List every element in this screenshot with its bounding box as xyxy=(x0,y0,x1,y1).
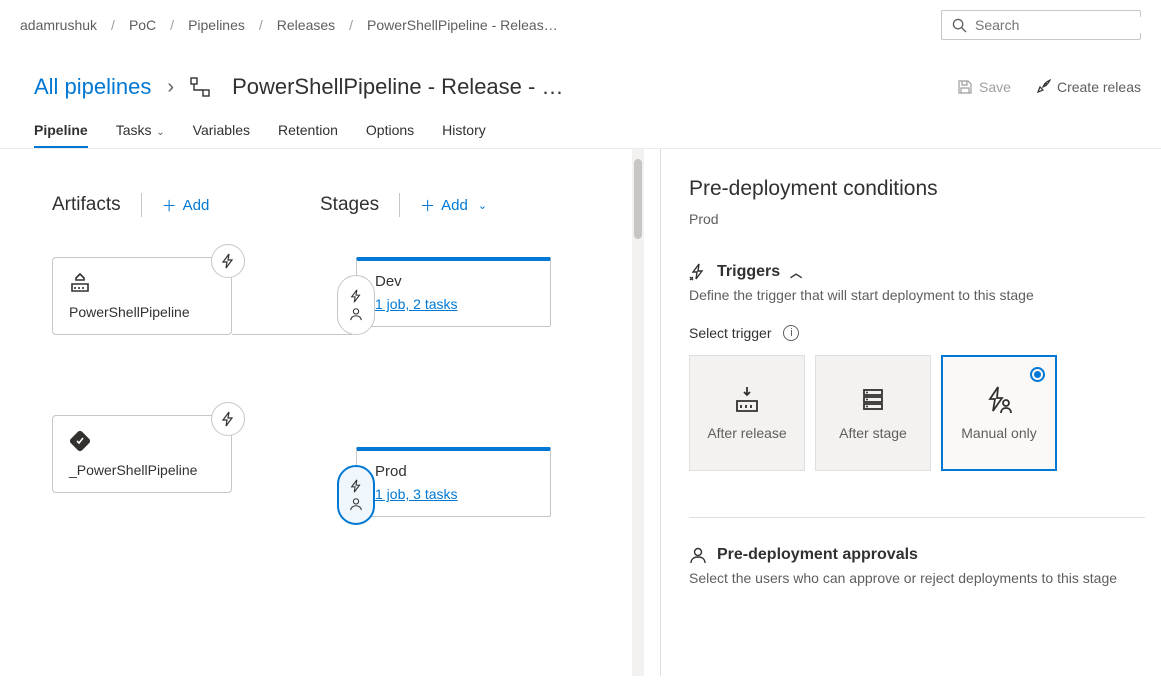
pre-deploy-pill[interactable] xyxy=(337,275,375,335)
save-button[interactable]: Save xyxy=(957,79,1011,95)
tab-variables[interactable]: Variables xyxy=(193,122,250,148)
create-release-label: Create releas xyxy=(1057,79,1141,95)
artifact-card[interactable]: _PowerShellPipeline xyxy=(52,415,232,493)
bolt-icon xyxy=(220,253,236,269)
info-icon[interactable]: i xyxy=(783,325,799,341)
chevron-down-icon: ⌄ xyxy=(153,127,164,138)
search-box[interactable] xyxy=(941,10,1141,40)
rocket-icon xyxy=(1035,79,1051,95)
stage-card-prod[interactable]: Prod 1 job, 3 tasks xyxy=(356,447,551,517)
trigger-option-label: After release xyxy=(707,425,786,441)
triggers-desc: Define the trigger that will start deplo… xyxy=(689,287,1145,303)
bolt-icon xyxy=(349,289,363,303)
chevron-down-icon: ⌄ xyxy=(478,199,487,212)
approvals-desc: Select the users who can approve or reje… xyxy=(689,570,1145,586)
save-label: Save xyxy=(979,79,1011,95)
person-icon xyxy=(349,307,363,321)
download-building-icon xyxy=(732,385,762,415)
tab-tasks[interactable]: Tasks ⌄ xyxy=(116,122,165,148)
breadcrumb-item[interactable]: Pipelines xyxy=(188,17,245,33)
plus-icon: ＋ xyxy=(420,195,435,216)
trigger-option-label: Manual only xyxy=(961,425,1037,441)
create-release-button[interactable]: Create releas xyxy=(1035,79,1141,95)
radio-selected-icon xyxy=(1030,367,1045,382)
stage-name: Dev xyxy=(375,273,536,290)
artifacts-title: Artifacts xyxy=(52,194,121,216)
tab-options[interactable]: Options xyxy=(366,122,414,148)
pre-deploy-panel: Pre-deployment conditions Prod Triggers … xyxy=(661,149,1161,676)
select-trigger-label-row: Select trigger i xyxy=(689,325,1145,341)
search-input[interactable] xyxy=(975,17,1156,33)
scrollbar-vertical[interactable] xyxy=(632,149,644,676)
breadcrumb-sep: / xyxy=(259,17,263,33)
bolt-arrow-icon xyxy=(689,263,707,281)
breadcrumb-sep: / xyxy=(170,17,174,33)
artifact-name: _PowerShellPipeline xyxy=(69,462,215,478)
breadcrumb: adamrushuk / PoC / Pipelines / Releases … xyxy=(0,0,1161,58)
bolt-icon xyxy=(220,411,236,427)
select-trigger-label: Select trigger xyxy=(689,325,771,341)
pipeline-icon xyxy=(190,77,210,97)
artifact-card[interactable]: PowerShellPipeline xyxy=(52,257,232,335)
pre-deploy-pill[interactable] xyxy=(337,465,375,525)
add-stage-button[interactable]: ＋ Add ⌄ xyxy=(420,195,487,216)
breadcrumb-sep: / xyxy=(111,17,115,33)
breadcrumb-item[interactable]: adamrushuk xyxy=(20,17,97,33)
bolt-icon xyxy=(349,479,363,493)
repo-icon xyxy=(69,430,215,452)
tab-pipeline[interactable]: Pipeline xyxy=(34,122,88,148)
divider xyxy=(689,517,1145,518)
bolt-person-icon xyxy=(984,385,1014,415)
title-row: All pipelines › PowerShellPipeline - Rel… xyxy=(0,58,1161,108)
stage-jobs-link[interactable]: 1 job, 3 tasks xyxy=(375,486,458,502)
stage-card-dev[interactable]: Dev 1 job, 2 tasks xyxy=(356,257,551,327)
pipeline-canvas[interactable]: Artifacts ＋ Add PowerShellPipeline xyxy=(0,149,661,676)
trigger-options: After release After stage Manual only xyxy=(689,355,1145,471)
breadcrumb-sep: / xyxy=(349,17,353,33)
divider xyxy=(141,193,142,217)
person-icon xyxy=(689,546,707,564)
main: Artifacts ＋ Add PowerShellPipeline xyxy=(0,149,1161,676)
stage-jobs-link[interactable]: 1 job, 2 tasks xyxy=(375,296,458,312)
add-artifact-button[interactable]: ＋ Add xyxy=(162,195,210,216)
stages-column: Stages ＋ Add ⌄ Dev 1 job, 2 tasks xyxy=(320,193,620,637)
artifacts-column: Artifacts ＋ Add PowerShellPipeline xyxy=(52,193,292,573)
plus-icon: ＋ xyxy=(162,195,177,216)
stages-title: Stages xyxy=(320,194,379,216)
building-icon xyxy=(69,272,215,294)
add-artifact-label: Add xyxy=(183,197,210,214)
tab-retention[interactable]: Retention xyxy=(278,122,338,148)
breadcrumb-item[interactable]: PowerShellPipeline - Releas… xyxy=(367,17,558,33)
stack-icon xyxy=(858,385,888,415)
panel-title: Pre-deployment conditions xyxy=(689,177,1145,201)
trigger-after-release[interactable]: After release xyxy=(689,355,805,471)
triggers-header-label: Triggers xyxy=(717,263,780,281)
tab-history[interactable]: History xyxy=(442,122,486,148)
all-pipelines-link[interactable]: All pipelines xyxy=(34,74,151,100)
trigger-after-stage[interactable]: After stage xyxy=(815,355,931,471)
divider xyxy=(399,193,400,217)
artifact-name: PowerShellPipeline xyxy=(69,304,215,320)
breadcrumb-item[interactable]: PoC xyxy=(129,17,156,33)
tab-tasks-label: Tasks xyxy=(116,122,152,138)
trigger-badge[interactable] xyxy=(211,402,245,436)
trigger-manual-only[interactable]: Manual only xyxy=(941,355,1057,471)
page-title: PowerShellPipeline - Release - … xyxy=(232,74,563,100)
panel-stage-label: Prod xyxy=(689,211,1145,227)
approvals-header-label: Pre-deployment approvals xyxy=(717,546,918,564)
stage-name: Prod xyxy=(375,463,536,480)
triggers-section-header[interactable]: Triggers ︿ xyxy=(689,263,1145,281)
trigger-option-label: After stage xyxy=(839,425,907,441)
trigger-badge[interactable] xyxy=(211,244,245,278)
chevron-right-icon: › xyxy=(167,76,174,99)
title-actions: Save Create releas xyxy=(957,79,1141,95)
chevron-up-icon: ︿ xyxy=(790,264,802,281)
tabs: Pipeline Tasks ⌄ Variables Retention Opt… xyxy=(0,108,1161,149)
approvals-section-header[interactable]: Pre-deployment approvals xyxy=(689,546,1145,564)
save-icon xyxy=(957,79,973,95)
add-stage-label: Add xyxy=(441,197,468,214)
breadcrumb-item[interactable]: Releases xyxy=(277,17,335,33)
person-icon xyxy=(349,497,363,511)
search-icon xyxy=(952,18,967,33)
